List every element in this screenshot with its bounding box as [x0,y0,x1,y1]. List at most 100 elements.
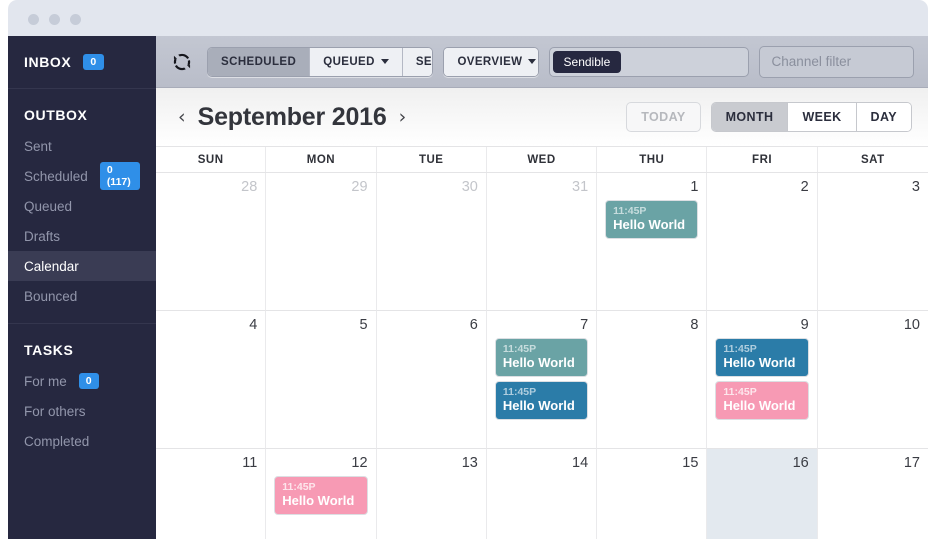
calendar-day-cell[interactable]: 7 11:45P Hello World 11:45P Hello World [486,311,598,449]
day-number: 1 [690,179,699,195]
weekday-header-mon: MON [266,147,377,172]
sidebar-item-completed[interactable]: Completed [8,426,156,456]
prev-month-button[interactable]: ‹ [172,107,192,127]
main-pane: SCHEDULED QUEUED SENT OVERVIEW Sendible Ch… [156,36,928,539]
account-chip[interactable]: Sendible [552,50,622,73]
window-dot-close-icon[interactable] [28,14,39,25]
sidebar-item-for-others[interactable]: For others [8,396,156,426]
sidebar-item-label: Bounced [24,288,78,304]
toolbar-button-label: QUEUED [323,55,375,68]
calendar-day-cell[interactable]: 1 11:45P Hello World [597,173,708,311]
day-number: 12 [351,455,368,471]
sidebar-item-badge: 0 (117) [99,161,140,191]
view-mode-group: MONTH WEEK DAY [710,102,912,132]
weekday-header-thu: THU [597,147,708,172]
day-number: 7 [580,317,589,333]
sidebar-item-sent[interactable]: Sent [8,131,156,161]
calendar-day-cell[interactable]: 6 [376,311,487,449]
calendar-day-cell[interactable]: 16 [707,449,818,539]
window-dot-maximize-icon[interactable] [70,14,81,25]
sidebar-item-label: For others [24,403,86,419]
today-button[interactable]: TODAY [626,102,701,132]
calendar-day-cell[interactable]: 3 [817,173,928,311]
calendar-day-cell[interactable]: 29 [266,173,377,311]
calendar-event[interactable]: 11:45P Hello World [605,200,699,239]
sidebar-outbox-list: Sent Scheduled 0 (117) Queued Drafts Calendar… [8,131,156,311]
calendar-day-cell[interactable]: 15 [597,449,708,539]
calendar-event[interactable]: 11:45P Hello World [715,381,809,420]
calendar-day-cell[interactable]: 4 [156,311,267,449]
overview-button[interactable]: OVERVIEW [444,47,538,76]
sidebar-item-for-me[interactable]: For me 0 [8,366,156,396]
event-title: Hello World [502,355,575,371]
chevron-down-icon [380,59,389,64]
calendar-day-cell[interactable]: 9 11:45P Hello World 11:45P Hello World [707,311,818,449]
sidebar-item-inbox[interactable]: INBOX 0 [8,36,156,88]
calendar-day-cell[interactable]: 11 [156,449,267,539]
event-title: Hello World [613,217,686,233]
sidebar-item-queued[interactable]: Queued [8,191,156,221]
toolbar-button-label: SENT [415,55,433,68]
weekday-header-fri: FRI [707,147,818,172]
channel-filter-input[interactable]: Channel filter [758,45,914,78]
sidebar-item-label: Completed [24,433,90,449]
day-number: 10 [903,317,920,333]
sidebar-item-drafts[interactable]: Drafts [8,221,156,251]
view-controls: TODAY MONTH WEEK DAY [626,102,912,132]
sidebar-section-outbox-title: OUTBOX [24,107,88,123]
chevron-down-icon [528,59,537,64]
page-title: September 2016 [197,102,387,131]
sidebar-item-bounced[interactable]: Bounced [8,281,156,311]
weekday-header-sat: SAT [861,154,885,166]
toolbar-button-scheduled[interactable]: SCHEDULED [208,47,311,76]
sidebar-item-label: Sent [24,138,52,154]
sidebar-section-tasks-title: TASKS [24,342,74,358]
calendar-day-cell[interactable]: 12 11:45P Hello World [266,449,377,539]
view-button-month[interactable]: MONTH [711,103,789,131]
calendar-day-cell[interactable]: 8 [597,311,708,449]
calendar-event[interactable]: 11:45P Hello World [274,476,368,515]
sidebar-item-label: Queued [24,198,73,214]
sidebar-inbox-label: INBOX [24,54,72,70]
event-time: 11:45P [723,343,757,355]
calendar-event[interactable]: 11:45P Hello World [494,381,589,420]
sidebar-item-label: Scheduled [24,168,88,184]
view-button-week[interactable]: WEEK [788,103,857,131]
toolbar-button-sent[interactable]: SENT [402,47,433,76]
calendar-day-cell[interactable]: 30 [376,173,487,311]
day-number: 29 [351,179,368,195]
sidebar-inbox-badge: 0 [83,53,104,71]
sidebar-item-badge: 0 [78,372,99,390]
calendar-event[interactable]: 11:45P Hello World [494,338,589,377]
event-time: 11:45P [723,386,757,398]
toolbar-filter-group: SCHEDULED QUEUED SENT [207,46,434,77]
sidebar-item-label: Drafts [24,228,61,244]
calendar-day-cell[interactable]: 10 [817,311,928,449]
calendar-day-cell[interactable]: 31 [486,173,598,311]
calendar-event[interactable]: 11:45P Hello World [715,338,809,377]
next-month-button[interactable]: › [393,107,413,127]
event-time: 11:45P [502,386,537,398]
day-number: 15 [682,455,699,471]
day-number: 17 [903,455,920,471]
refresh-icon[interactable] [170,49,193,75]
calendar-day-cell[interactable]: 2 [707,173,818,311]
event-title: Hello World [282,493,355,509]
day-number: 5 [359,317,368,333]
day-number: 8 [690,317,699,333]
calendar-day-cell[interactable]: 28 [156,173,267,311]
day-number: 31 [572,179,589,195]
day-number: 13 [461,455,478,471]
window-dot-minimize-icon[interactable] [49,14,60,25]
calendar-day-cell[interactable]: 17 [817,449,928,539]
calendar-day-cell[interactable]: 14 [486,449,598,539]
view-button-day[interactable]: DAY [856,103,911,131]
calendar-day-cell[interactable]: 13 [376,449,487,539]
sidebar-item-calendar[interactable]: Calendar [8,251,156,281]
account-selector[interactable]: Sendible [548,46,749,77]
sidebar-item-scheduled[interactable]: Scheduled 0 (117) [8,161,156,191]
toolbar-button-queued[interactable]: QUEUED [310,47,403,76]
app-window: INBOX 0 OUTBOX Sent Scheduled 0 (117) Queue… [0,0,928,539]
calendar-day-cell[interactable]: 5 [266,311,377,449]
weekday-header-wed: WED [487,147,598,172]
